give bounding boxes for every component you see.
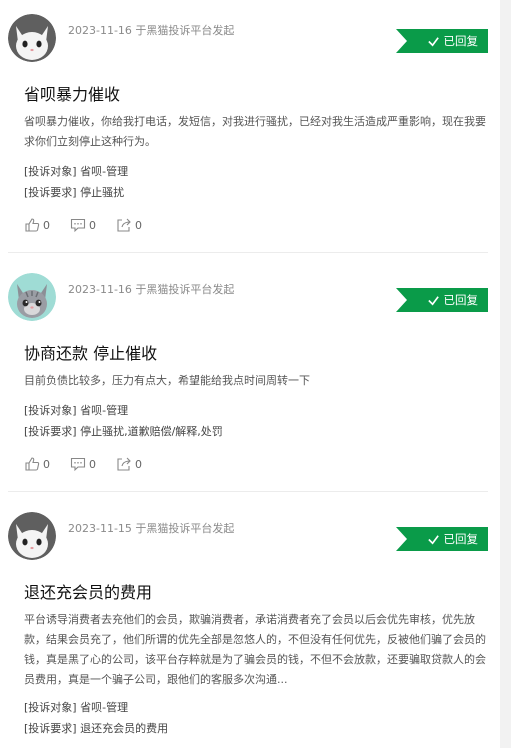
- request-value: 退还充会员的费用: [80, 722, 169, 735]
- complaint-description: 目前负债比较多，压力有点大，希望能给我点时间周转一下: [24, 374, 310, 387]
- card-divider: [8, 252, 488, 253]
- complaint-request: [投诉要求] 退还充会员的费用: [24, 720, 168, 736]
- complaint-meta: 2023-11-16 于黑猫投诉平台发起: [68, 24, 235, 37]
- like-count: 0: [43, 457, 50, 471]
- complaint-meta: 2023-11-15 于黑猫投诉平台发起: [68, 522, 235, 535]
- share-icon: [117, 457, 131, 471]
- comment-button[interactable]: 0: [70, 456, 96, 472]
- complaint-request: [投诉要求] 停止骚扰,道歉赔偿/解释,处罚: [24, 423, 223, 439]
- request-label: [投诉要求]: [24, 186, 77, 199]
- thumbs-up-icon: [25, 457, 40, 471]
- gray-tabby-cat-avatar: [8, 273, 56, 321]
- check-icon: [427, 534, 439, 544]
- request-value: 停止骚扰: [80, 186, 125, 199]
- like-button[interactable]: 0: [24, 217, 50, 233]
- complaint-card[interactable]: 2023-11-16 于黑猫投诉平台发起 已回复 省呗暴力催收 省呗暴力催收，你…: [8, 14, 488, 249]
- complaint-target: [投诉对象] 省呗-管理: [24, 163, 128, 179]
- status-label: 已回复: [443, 34, 479, 48]
- request-value: 停止骚扰,道歉赔偿/解释,处罚: [80, 425, 223, 438]
- complaint-title[interactable]: 省呗暴力催收: [24, 81, 120, 105]
- complaint-card[interactable]: 2023-11-16 于黑猫投诉平台发起 已回复 协商还款 停止催收 目前负债比…: [8, 273, 488, 485]
- status-badge: 已回复: [396, 527, 488, 551]
- comment-icon: [70, 457, 86, 472]
- status-badge: 已回复: [396, 288, 488, 312]
- card-divider: [8, 491, 488, 492]
- comment-icon: [70, 218, 86, 233]
- target-label: [投诉对象]: [24, 404, 77, 417]
- target-value[interactable]: 省呗-管理: [80, 701, 128, 714]
- target-label: [投诉对象]: [24, 701, 77, 714]
- share-button[interactable]: 0: [116, 456, 142, 472]
- share-count: 0: [135, 218, 142, 232]
- status-badge: 已回复: [396, 29, 488, 53]
- comment-count: 0: [89, 218, 96, 232]
- comment-count: 0: [89, 457, 96, 471]
- complaint-target: [投诉对象] 省呗-管理: [24, 402, 128, 418]
- request-label: [投诉要求]: [24, 425, 77, 438]
- complaint-card[interactable]: 2023-11-15 于黑猫投诉平台发起 已回复 退还充会员的费用 平台诱导消费…: [8, 512, 488, 748]
- complaint-meta: 2023-11-16 于黑猫投诉平台发起: [68, 283, 235, 296]
- like-button[interactable]: 0: [24, 456, 50, 472]
- check-icon: [427, 295, 439, 305]
- complaint-target: [投诉对象] 省呗-管理: [24, 699, 128, 715]
- complaint-description: 平台诱导消费者去充他们的会员，欺骗消费者，承诺消费者充了会员以后会优先审核，优先…: [24, 613, 486, 686]
- share-count: 0: [135, 457, 142, 471]
- complaint-title[interactable]: 退还充会员的费用: [24, 579, 152, 603]
- action-bar: 0 0 0: [24, 217, 162, 233]
- complaint-title[interactable]: 协商还款 停止催收: [24, 340, 157, 364]
- share-icon: [117, 218, 131, 232]
- thumbs-up-icon: [25, 218, 40, 232]
- action-bar: 0 0 0: [24, 456, 162, 472]
- share-button[interactable]: 0: [116, 217, 142, 233]
- check-icon: [427, 36, 439, 46]
- target-label: [投诉对象]: [24, 165, 77, 178]
- target-value[interactable]: 省呗-管理: [80, 165, 128, 178]
- target-value[interactable]: 省呗-管理: [80, 404, 128, 417]
- white-cat-avatar: [8, 512, 56, 560]
- white-cat-avatar: [8, 14, 56, 62]
- complaint-description: 省呗暴力催收，你给我打电话，发短信，对我进行骚扰，已经对我生活造成严重影响，现在…: [24, 115, 486, 148]
- complaint-request: [投诉要求] 停止骚扰: [24, 184, 124, 200]
- status-label: 已回复: [443, 532, 479, 546]
- scrollbar-track[interactable]: [500, 0, 511, 748]
- status-label: 已回复: [443, 293, 479, 307]
- comment-button[interactable]: 0: [70, 217, 96, 233]
- request-label: [投诉要求]: [24, 722, 77, 735]
- like-count: 0: [43, 218, 50, 232]
